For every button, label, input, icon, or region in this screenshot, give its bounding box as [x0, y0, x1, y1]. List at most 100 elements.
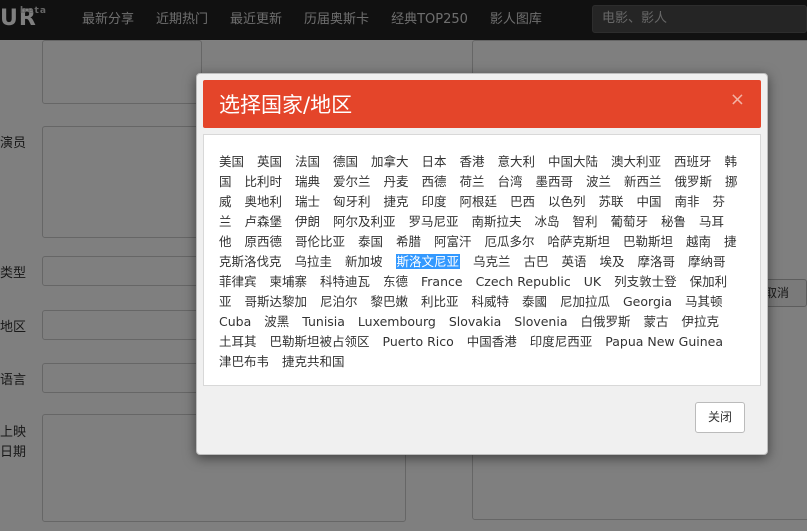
country-option[interactable]: Papua New Guinea [605, 334, 723, 349]
country-option[interactable]: Cuba [219, 314, 251, 329]
country-option[interactable]: 罗马尼亚 [409, 214, 459, 229]
country-option[interactable]: 捷克共和国 [282, 354, 345, 369]
country-option[interactable]: Tunisia [302, 314, 345, 329]
close-button[interactable]: 关闭 [695, 402, 745, 433]
country-option-selected[interactable]: 斯洛文尼亚 [395, 254, 461, 269]
country-option[interactable]: 马其顿 [685, 294, 723, 309]
country-option[interactable]: 印度 [422, 194, 447, 209]
country-option[interactable]: 波黑 [264, 314, 289, 329]
country-option[interactable]: 尼泊尔 [320, 294, 358, 309]
country-option[interactable]: 乌克兰 [473, 254, 511, 269]
country-option[interactable]: 卢森堡 [245, 214, 283, 229]
country-option[interactable]: UK [584, 274, 601, 289]
country-option[interactable]: 古巴 [524, 254, 549, 269]
country-option[interactable]: 匈牙利 [333, 194, 371, 209]
country-option[interactable]: 南非 [675, 194, 700, 209]
country-option[interactable]: 奥地利 [245, 194, 283, 209]
country-option[interactable]: 美国 [219, 154, 244, 169]
country-option[interactable]: 意大利 [498, 154, 536, 169]
country-option[interactable]: 西德 [422, 174, 447, 189]
country-option[interactable]: 澳大利亚 [611, 154, 661, 169]
country-option[interactable]: 香港 [460, 154, 485, 169]
country-option[interactable]: 乌拉圭 [295, 254, 333, 269]
country-option[interactable]: 南斯拉夫 [472, 214, 522, 229]
country-option[interactable]: Puerto Rico [383, 334, 454, 349]
country-option[interactable]: 厄瓜多尔 [485, 234, 535, 249]
country-option[interactable]: 哥斯达黎加 [245, 294, 308, 309]
country-option[interactable]: 瑞典 [295, 174, 320, 189]
country-option[interactable]: 墨西哥 [536, 174, 574, 189]
country-option[interactable]: 列支敦士登 [614, 274, 677, 289]
country-option[interactable]: 津巴布韦 [219, 354, 269, 369]
country-option[interactable]: 摩洛哥 [638, 254, 676, 269]
country-option[interactable]: 荷兰 [460, 174, 485, 189]
country-option[interactable]: Luxembourg [358, 314, 436, 329]
country-option[interactable]: 黎巴嫩 [371, 294, 409, 309]
country-option[interactable]: 哥伦比亚 [295, 234, 345, 249]
country-option[interactable]: 日本 [422, 154, 447, 169]
country-option[interactable]: 冰岛 [535, 214, 560, 229]
country-option[interactable]: 摩纳哥 [688, 254, 726, 269]
country-option[interactable]: 巴勒斯坦 [623, 234, 673, 249]
country-option[interactable]: 埃及 [600, 254, 625, 269]
country-option[interactable]: 英语 [562, 254, 587, 269]
country-option[interactable]: 哈萨克斯坦 [548, 234, 611, 249]
country-option[interactable]: 爱尔兰 [333, 174, 371, 189]
country-option[interactable]: 东德 [383, 274, 408, 289]
country-option[interactable]: 新西兰 [624, 174, 662, 189]
country-option[interactable]: Georgia [623, 294, 672, 309]
country-option[interactable]: 柬埔寨 [270, 274, 308, 289]
country-option[interactable]: 苏联 [599, 194, 624, 209]
country-option[interactable]: 阿根廷 [460, 194, 498, 209]
country-option[interactable]: 中国 [637, 194, 662, 209]
country-option[interactable]: 中国香港 [467, 334, 517, 349]
country-option[interactable]: 泰国 [358, 234, 383, 249]
country-option[interactable]: 希腊 [396, 234, 421, 249]
modal-title: 选择国家/地区 [219, 93, 353, 117]
country-option[interactable]: 原西德 [245, 234, 283, 249]
country-option[interactable]: 瑞士 [295, 194, 320, 209]
country-option[interactable]: 波兰 [586, 174, 611, 189]
country-option[interactable]: 以色列 [548, 194, 586, 209]
country-option[interactable]: 菲律宾 [219, 274, 257, 289]
country-option[interactable]: 智利 [573, 214, 598, 229]
country-option[interactable]: 法国 [295, 154, 320, 169]
modal-body: 美国 英国 法国 德国 加拿大 日本 香港 意大利 中国大陆 澳大利亚 西班牙 … [203, 134, 761, 386]
country-list: 美国 英国 法国 德国 加拿大 日本 香港 意大利 中国大陆 澳大利亚 西班牙 … [219, 152, 743, 372]
country-option[interactable]: 葡萄牙 [611, 214, 649, 229]
country-option[interactable]: 尼加拉瓜 [560, 294, 610, 309]
country-option[interactable]: 泰國 [522, 294, 547, 309]
country-option[interactable]: 伊拉克 [681, 314, 719, 329]
close-icon[interactable]: × [730, 91, 745, 109]
country-option[interactable]: 比利时 [245, 174, 283, 189]
country-option[interactable]: 丹麦 [384, 174, 409, 189]
country-option[interactable]: 越南 [686, 234, 711, 249]
country-option[interactable]: France [421, 274, 463, 289]
country-option[interactable]: 新加坡 [345, 254, 383, 269]
country-option[interactable]: 蒙古 [643, 314, 668, 329]
country-option[interactable]: 加拿大 [371, 154, 409, 169]
country-option[interactable]: Slovenia [514, 314, 567, 329]
country-option[interactable]: 印度尼西亚 [530, 334, 593, 349]
country-option[interactable]: 土耳其 [219, 334, 257, 349]
country-option[interactable]: 巴西 [510, 194, 535, 209]
modal-header: 选择国家/地区 × [203, 80, 761, 128]
country-option[interactable]: 科特迪瓦 [320, 274, 370, 289]
country-option[interactable]: 中国大陆 [548, 154, 598, 169]
country-option[interactable]: 阿富汗 [434, 234, 472, 249]
country-option[interactable]: 阿尔及利亚 [333, 214, 396, 229]
country-option[interactable]: 俄罗斯 [675, 174, 713, 189]
country-option[interactable]: 秘鲁 [661, 214, 686, 229]
country-option[interactable]: 台湾 [498, 174, 523, 189]
country-option[interactable]: 西班牙 [674, 154, 712, 169]
country-option[interactable]: 科威特 [472, 294, 510, 309]
country-option[interactable]: 巴勒斯坦被占领区 [270, 334, 370, 349]
country-option[interactable]: 白俄罗斯 [580, 314, 630, 329]
country-option[interactable]: Czech Republic [476, 274, 571, 289]
country-option[interactable]: 捷克 [384, 194, 409, 209]
country-option[interactable]: Slovakia [449, 314, 501, 329]
country-option[interactable]: 伊朗 [295, 214, 320, 229]
country-option[interactable]: 利比亚 [421, 294, 459, 309]
country-option[interactable]: 德国 [333, 154, 358, 169]
country-option[interactable]: 英国 [257, 154, 282, 169]
